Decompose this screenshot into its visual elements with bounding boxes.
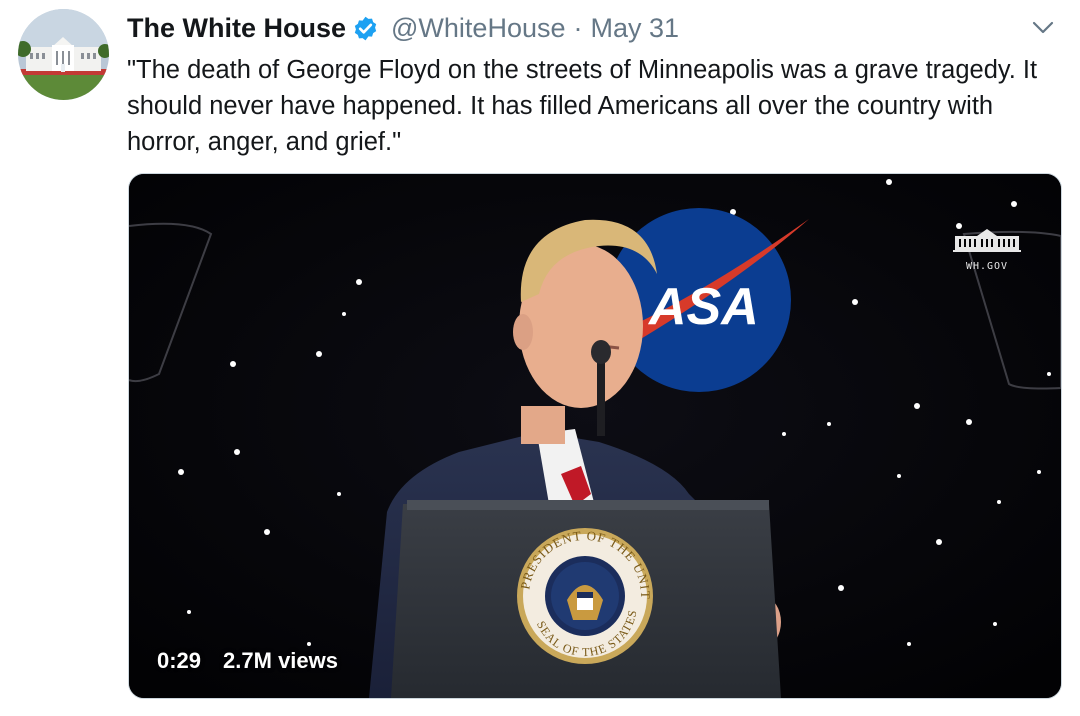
avatar[interactable]: [18, 9, 109, 100]
white-house-logo-icon: [953, 229, 1021, 252]
tweet-text: "The death of George Floyd on the street…: [127, 56, 1038, 156]
author-name[interactable]: The White House: [127, 13, 346, 44]
separator-dot: ·: [573, 12, 583, 43]
video-player[interactable]: ASA PRESIDENT OF THE UNITED SEAL OF THE …: [128, 173, 1062, 699]
tweet-header: The White House @WhiteHouse · May 31: [127, 10, 679, 46]
video-frame: ASA PRESIDENT OF THE UNITED SEAL OF THE …: [129, 174, 1061, 698]
author-handle[interactable]: @WhiteHouse: [391, 13, 565, 44]
tweet-date[interactable]: May 31: [591, 13, 680, 44]
backdrop-logo-text: ASA: [647, 278, 759, 336]
video-meta: 0:29 2.7M views: [157, 648, 338, 674]
video-view-count: 2.7M views: [223, 648, 338, 673]
watermark-text: WH.GOV: [965, 261, 1009, 272]
video-duration: 0:29: [157, 648, 202, 673]
wh-gov-watermark: WH.GOV: [949, 226, 1025, 272]
verified-badge-icon: [352, 15, 379, 42]
chevron-down-icon[interactable]: [1028, 16, 1058, 40]
